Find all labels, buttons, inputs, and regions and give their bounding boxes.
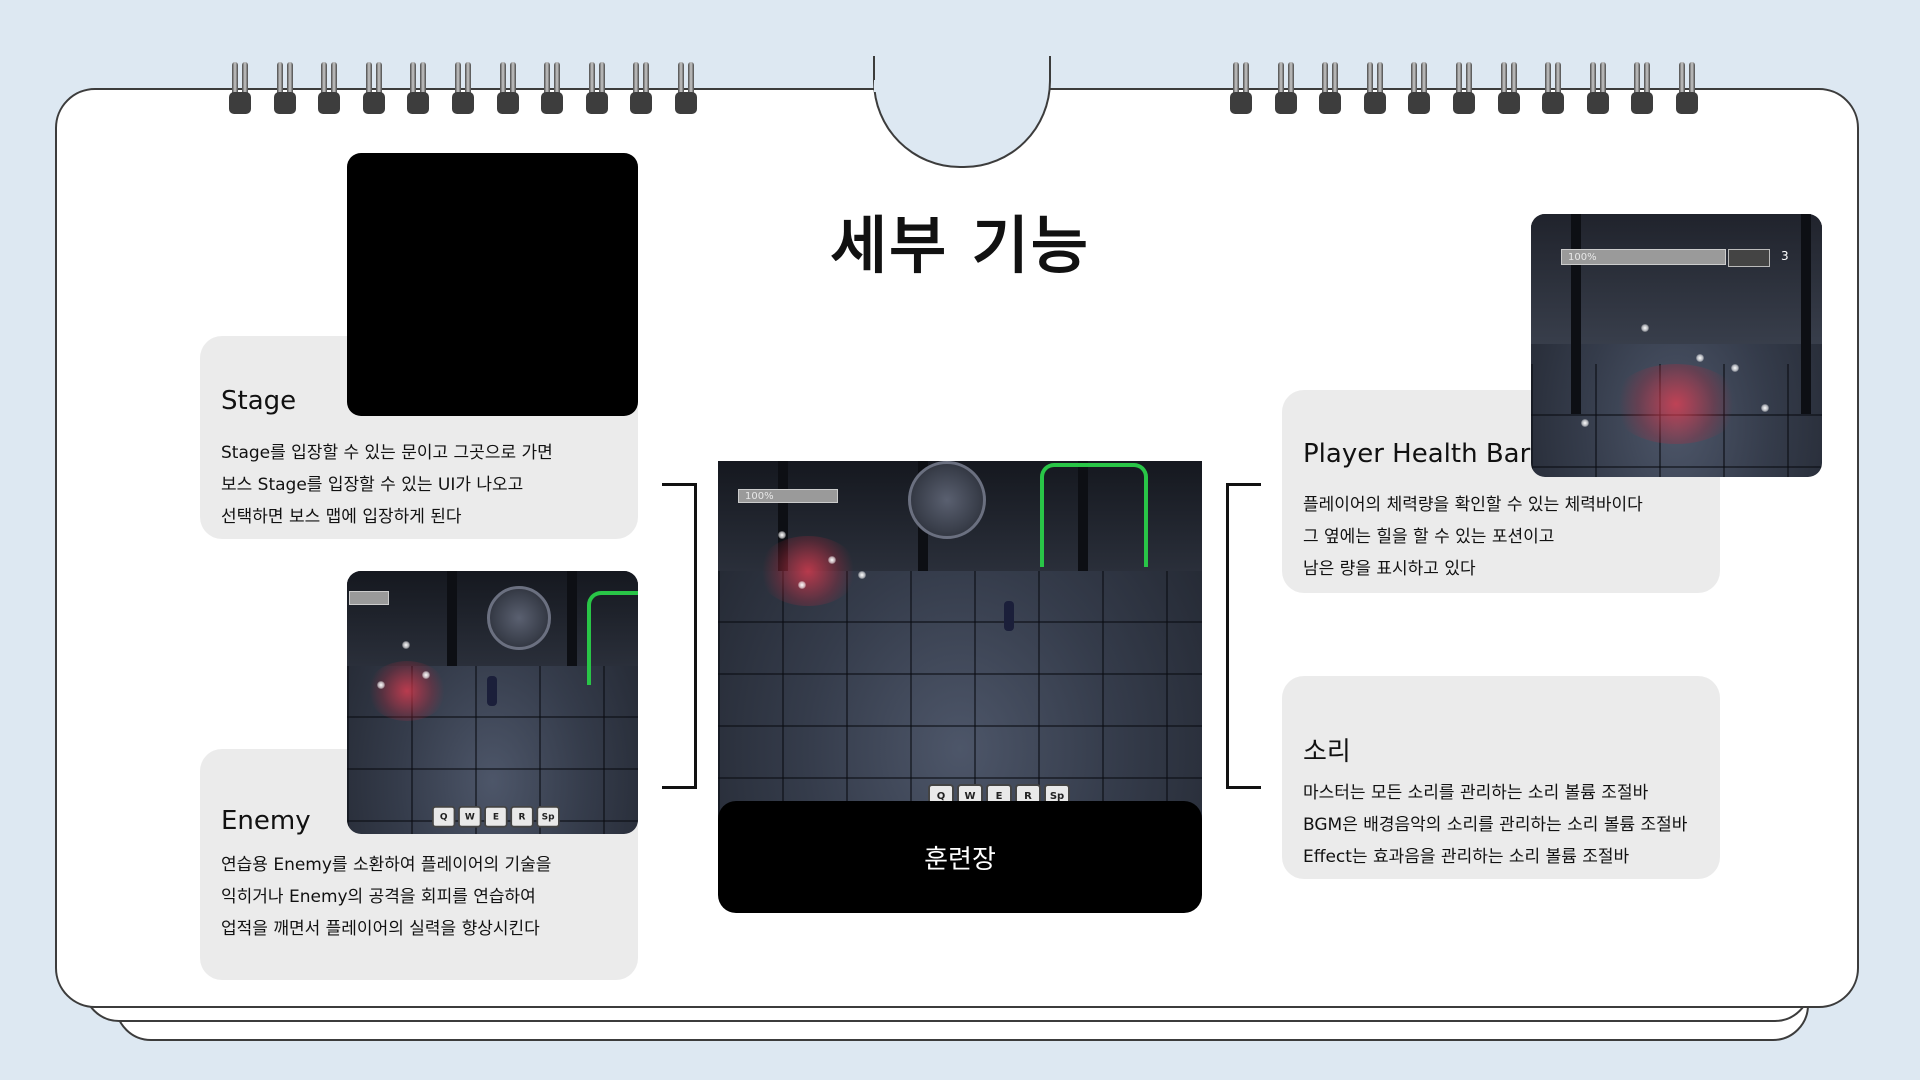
skill-key-sp: Sp — [536, 806, 560, 828]
potion-slot — [1728, 249, 1770, 267]
enemy-line-1: 연습용 Enemy를 소환하여 플레이어의 기술을 — [221, 855, 552, 875]
portal-door — [1040, 463, 1148, 567]
portal-door — [587, 591, 638, 685]
skill-key-w: W — [458, 806, 482, 828]
binding-ring — [452, 62, 474, 114]
enemy-heading: Enemy — [221, 806, 311, 836]
page-title: 세부 기능 — [830, 209, 1090, 282]
sound-line-2: BGM은 배경음악의 소리를 관리하는 소리 볼륨 조절바 — [1303, 815, 1688, 835]
binding-ring — [1363, 62, 1386, 114]
particle — [1761, 404, 1769, 412]
binding-ring — [1676, 62, 1698, 114]
particle — [377, 681, 385, 689]
binding-ring — [362, 62, 385, 114]
binding-ring — [1631, 62, 1654, 114]
mini-hp-bar — [349, 591, 389, 605]
particle — [778, 531, 786, 539]
player-figure — [1004, 601, 1014, 631]
player-figure — [487, 676, 497, 706]
sound-heading: 소리 — [1303, 737, 1351, 767]
binding-ring — [407, 62, 430, 114]
binding-ring — [1586, 62, 1609, 114]
health-heading: Player Health Bar — [1303, 439, 1531, 469]
binding-ring — [273, 62, 296, 114]
health-screenshot: 100% 3 — [1531, 214, 1822, 477]
stage-heading: Stage — [221, 386, 297, 416]
hanger-notch-mask — [874, 80, 1046, 92]
binding-ring — [229, 62, 251, 114]
particle — [1731, 364, 1739, 372]
enemy-line-3: 업적을 깨면서 플레이어의 실력을 향상시킨다 — [221, 919, 540, 939]
binding-ring — [318, 62, 341, 114]
left-bracket — [662, 483, 697, 789]
binding-ring — [585, 62, 608, 114]
wall-pillar — [1571, 214, 1581, 414]
right-bracket — [1226, 483, 1261, 789]
training-screenshot: 100% Q W E R Sp — [718, 461, 1202, 821]
binding-ring — [630, 62, 653, 114]
health-line-1: 플레이어의 체력량을 확인할 수 있는 체력바이다 — [1303, 495, 1643, 515]
particle — [1641, 324, 1649, 332]
skill-key-q: Q — [432, 806, 456, 828]
stage-line-2: 보스 Stage를 입장할 수 있는 UI가 나오고 — [221, 475, 524, 495]
particle — [1581, 419, 1589, 427]
hp-bar: 100% — [738, 489, 838, 503]
particle — [798, 581, 806, 589]
sound-line-3: Effect는 효과음을 관리하는 소리 볼륨 조절바 — [1303, 847, 1630, 867]
enemy-glow — [758, 536, 858, 606]
stage-line-3: 선택하면 보스 맵에 입장하게 된다 — [221, 507, 462, 527]
binding-ring — [1230, 62, 1252, 114]
particle — [828, 556, 836, 564]
enemy-glow — [367, 661, 447, 721]
binding-ring — [1453, 62, 1475, 114]
binding-ring — [675, 62, 697, 114]
binding-ring — [541, 62, 564, 114]
binding-ring — [496, 62, 519, 114]
skill-key-e: E — [484, 806, 508, 828]
health-line-3: 남은 량을 표시하고 있다 — [1303, 559, 1476, 579]
wall-pillar — [1801, 214, 1811, 414]
skill-key-r: R — [510, 806, 534, 828]
stage-screenshot — [347, 153, 638, 416]
wall-pillar — [567, 571, 577, 666]
skill-hotbar: Q W E R Sp — [432, 806, 560, 828]
stage-line-1: Stage를 입장할 수 있는 문이고 그곳으로 가면 — [221, 443, 553, 463]
sound-card: 소리 마스터는 모든 소리를 관리하는 소리 볼륨 조절바 BGM은 배경음악의… — [1282, 676, 1720, 879]
particle — [422, 671, 430, 679]
health-line-2: 그 옆에는 힐을 할 수 있는 포션이고 — [1303, 527, 1555, 547]
particle — [402, 641, 410, 649]
enemy-glow — [1611, 364, 1741, 444]
binding-ring — [1274, 62, 1297, 114]
training-caption: 훈련장 — [718, 801, 1202, 913]
binding-ring — [1497, 62, 1520, 114]
wall-emblem — [908, 461, 986, 539]
binding-ring — [1542, 62, 1565, 114]
hp-bar: 100% — [1561, 249, 1726, 265]
enemy-screenshot: Q W E R Sp — [347, 571, 638, 834]
enemy-line-2: 익히거나 Enemy의 공격을 회피를 연습하여 — [221, 887, 536, 907]
wall-emblem — [487, 586, 551, 650]
potion-count: 3 — [1781, 249, 1789, 263]
wall-pillar — [447, 571, 457, 666]
particle — [858, 571, 866, 579]
sound-line-1: 마스터는 모든 소리를 관리하는 소리 볼륨 조절바 — [1303, 783, 1649, 803]
binding-ring — [1408, 62, 1431, 114]
binding-ring — [1319, 62, 1342, 114]
particle — [1696, 354, 1704, 362]
